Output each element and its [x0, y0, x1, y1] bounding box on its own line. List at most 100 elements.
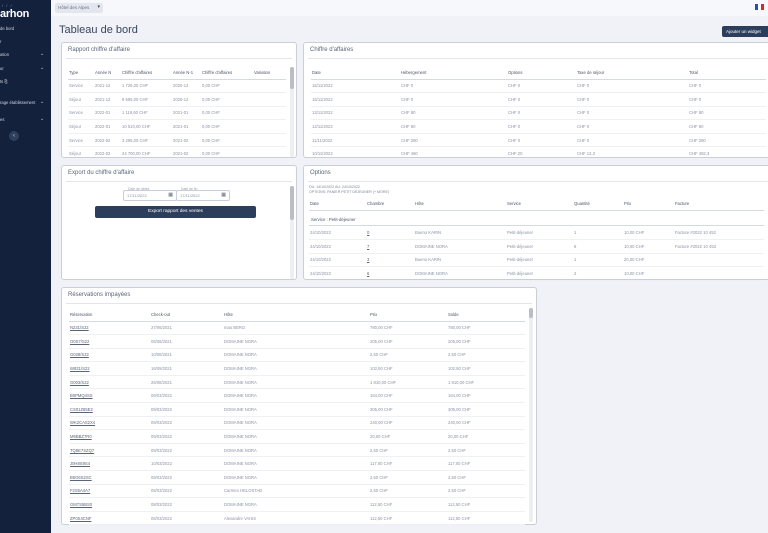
table-cell-link[interactable]: N231/S22 [69, 321, 150, 336]
chevron-down-icon[interactable]: ⌄ [40, 116, 44, 122]
table-row[interactable]: Séjour 2021-12 8 595,00 CHF 2020-12 0,00 CHF [68, 92, 286, 107]
column-header: Réservation [69, 308, 150, 322]
table-row[interactable]: 15/11/2022 CHF 0 CHF 0 CHF 0 CHF 0 [311, 92, 766, 107]
table-cell: 2,50 CHF [447, 484, 525, 499]
table-cell: 164,00 CHF [369, 388, 447, 404]
table-row[interactable]: 24/10/2022 6 DOMAINE NORA Petit-déjeuner 2 10… [309, 266, 764, 281]
language-flag-icon[interactable] [755, 4, 764, 10]
table-cell-link[interactable]: F2S5A4A7 [69, 484, 150, 499]
table-cell: Service [68, 79, 94, 94]
table-cell-link[interactable]: M6BBZ7R0 [69, 429, 150, 444]
scrollbar[interactable] [290, 67, 294, 157]
chevron-down-icon[interactable]: ⌄ [40, 51, 44, 57]
table-cell-link[interactable]: J0H8S9S4 [69, 456, 150, 472]
table-row[interactable]: 12/11/2022 CHF 80 CHF 0 CHF 0 CHF 80 [311, 119, 766, 134]
table-row[interactable]: F2S5A4A7 08/03/2022 Carmen HELOSTAB 2,50 CH… [69, 484, 525, 499]
table-row[interactable]: N231/S22 27/06/2021 mao BERG 780,00 CHF 780,… [69, 321, 525, 336]
table-row[interactable]: Service 2022-01 1 119,60 CHF 2021-01 0,00 CH… [68, 106, 286, 121]
table-row[interactable]: GM7S5BS0 08/03/2022 DOMAINE NORA 112,50 CHF… [69, 497, 525, 512]
table-cell-link[interactable]: G028/S22 [69, 348, 150, 363]
table-row[interactable]: Service 2021-12 1 726,00 CHF 2020-12 0,00 CH… [68, 79, 286, 94]
table-cell: CHF 0 [576, 106, 688, 121]
end-date-value: 17/11/2022 [180, 193, 200, 198]
table-row[interactable]: WK2CAS2X4 09/03/2022 DOMAINE NORA 240,00 CH… [69, 416, 525, 431]
table-row[interactable]: G003/S22 26/08/2021 DOMAINE NORA 1 810,00 C… [69, 375, 525, 390]
scroll-thumb[interactable] [529, 308, 533, 318]
export-sales-report-button[interactable]: Export rapport des ventes [95, 206, 256, 218]
table-row[interactable]: 24/10/2022 3 Bueno KARIN Petit-déjeuner 1 20,… [309, 253, 764, 268]
table-row[interactable]: 11/11/2022 CHF 280 CHF 0 CHF 0 CHF 280 [311, 133, 766, 148]
table-cell: 13/11/2022 [311, 106, 400, 121]
sidebar-item-r[interactable]: r [0, 39, 1, 44]
column-header: Check-out [150, 308, 223, 322]
sidebar-item-reservation[interactable]: ation [0, 52, 9, 57]
table-row[interactable]: Séjour 2022-01 10 510,00 CHF 2021-01 0,00 CH… [68, 119, 286, 134]
calendar-icon[interactable]: ▦ [221, 193, 226, 198]
table-row[interactable]: Séjour 2022-02 24 700,00 CHF 2021-02 0,00 CH… [68, 146, 286, 162]
table-cell-link[interactable]: WK2CAS2X4 [69, 416, 150, 431]
panel-title: Export du chiffre d'affaire [68, 170, 135, 176]
sidebar-item-dashboard[interactable]: de bord [0, 26, 14, 31]
table-cell: 10/08/2021 [150, 348, 223, 363]
table-row[interactable]: B6O6S2SC 09/03/2022 DOMAINE NORA 2,50 CHF 2,… [69, 470, 525, 485]
add-widget-button[interactable]: Ajouter un widget [722, 26, 768, 37]
sidebar-item-settings-establishment[interactable]: rage établissement [0, 100, 35, 105]
table-row[interactable]: Service 2022-02 3 295,00 CHF 2021-02 0,00 CH… [68, 133, 286, 148]
table-cell-link[interactable]: 0 [366, 226, 414, 241]
chevron-down-icon[interactable]: ⌄ [40, 99, 44, 105]
app-logo[interactable]: arhon [0, 8, 29, 20]
table-cell-link[interactable]: TQ8E7SZQ7 [69, 443, 150, 458]
table-row[interactable]: 15/11/2022 CHF 0 CHF 0 CHF 0 CHF 0 [311, 79, 766, 94]
table-cell: CHF 0 [400, 92, 507, 107]
collapse-sidebar-icon[interactable]: ‹ [9, 131, 19, 141]
table-row[interactable]: B0PMQ4SS 09/03/2022 DOMAINE NORA 164,00 CHF… [69, 388, 525, 404]
table-row[interactable]: CS01Z85E2 09/03/2022 DOMAINE NORA 305,00 CH… [69, 402, 525, 417]
table-row[interactable]: M6BBZ7R0 09/03/2022 DOMAINE NORA 20,00 CHF 2… [69, 429, 525, 444]
table-row[interactable]: O0S7/S22 05/08/2021 DOMAINE NORA 205,00 CHF… [69, 334, 525, 349]
table-cell-link[interactable]: G003/S22 [69, 375, 150, 390]
table-row[interactable]: ZP0S4CNF 08/03/2022 Alexandre VAISS 112,50 … [69, 511, 525, 526]
table-cell-link[interactable]: 7 [366, 239, 414, 254]
table-row[interactable]: 24/10/2022 0 Bueno KARIN Petit-déjeuner 1 10,… [309, 226, 764, 241]
table-row[interactable]: 24/10/2022 7 DOMAINE NORA Petit-déjeuner 6 10… [309, 239, 764, 254]
table-row[interactable]: W831/S22 16/09/2021 DOMAINE NORA 102,50 CHF… [69, 361, 525, 376]
column-header: Date [311, 66, 400, 80]
table-row[interactable]: G028/S22 10/08/2021 DOMAINE NORA 2,50 CHF 2,… [69, 348, 525, 363]
scroll-thumb[interactable] [290, 186, 294, 220]
sidebar-item-others[interactable]: es [0, 117, 4, 122]
start-date-input[interactable]: 17/11/2022 ▦ [123, 190, 177, 201]
table-cell-link[interactable]: B6O6S2SC [69, 470, 150, 485]
scrollbar[interactable] [529, 308, 533, 522]
table-cell: Séjour [68, 146, 94, 162]
table-cell-link[interactable]: W831/S22 [69, 361, 150, 376]
table-cell-link[interactable]: O0S7/S22 [69, 334, 150, 349]
table-cell-link[interactable]: 6 [366, 266, 414, 281]
column-header: Type [68, 66, 94, 80]
sidebar-item-tarifs[interactable]: ur [0, 66, 4, 71]
panel-export: Export du chiffre d'affaire [61, 165, 297, 280]
end-date-input[interactable]: 17/11/2022 ▦ [176, 190, 230, 201]
table-cell-link[interactable]: 3 [366, 253, 414, 268]
table-cell: CHF 80 [688, 106, 766, 121]
table-cell-link[interactable]: CS01Z85E2 [69, 402, 150, 417]
table-cell-link[interactable]: B0PMQ4SS [69, 388, 150, 404]
divider [66, 303, 532, 304]
table-row[interactable]: TQ8E7SZQ7 09/03/2022 DOMAINE NORA 2,50 CHF 2… [69, 443, 525, 458]
table-cell-link[interactable]: GM7S5BS0 [69, 497, 150, 512]
table-row[interactable]: 13/11/2022 CHF 80 CHF 0 CHF 0 CHF 80 [311, 106, 766, 121]
page-title: Tableau de bord [59, 24, 138, 36]
table-cell-link[interactable]: ZP0S4CNF [69, 511, 150, 526]
establishment-select[interactable]: Hôtel des Alpes ▾ [55, 3, 103, 13]
table-cell: 240,00 CHF [447, 416, 525, 431]
scroll-thumb[interactable] [290, 67, 294, 89]
chevron-down-icon[interactable]: ⌄ [40, 65, 44, 71]
table-row[interactable]: J0H8S9S4 10/03/2022 DOMAINE NORA 117,00 CHF… [69, 456, 525, 472]
scrollbar[interactable] [290, 186, 294, 279]
sidebar-item-reports[interactable]: ts ⎘ [0, 79, 8, 84]
table-row[interactable]: 10/11/2022 CHF 460 CHF 20 CHF 12,3 CHF 492,3 [311, 146, 766, 162]
table-cell: 102,50 CHF [369, 361, 447, 376]
table-cell: 780,00 CHF [447, 321, 525, 336]
table-cell: 205,00 CHF [447, 334, 525, 349]
calendar-icon[interactable]: ▦ [168, 193, 173, 198]
table-header-row: Type Année N Chiffre d'affaires Année N-1 Ch… [68, 66, 286, 80]
